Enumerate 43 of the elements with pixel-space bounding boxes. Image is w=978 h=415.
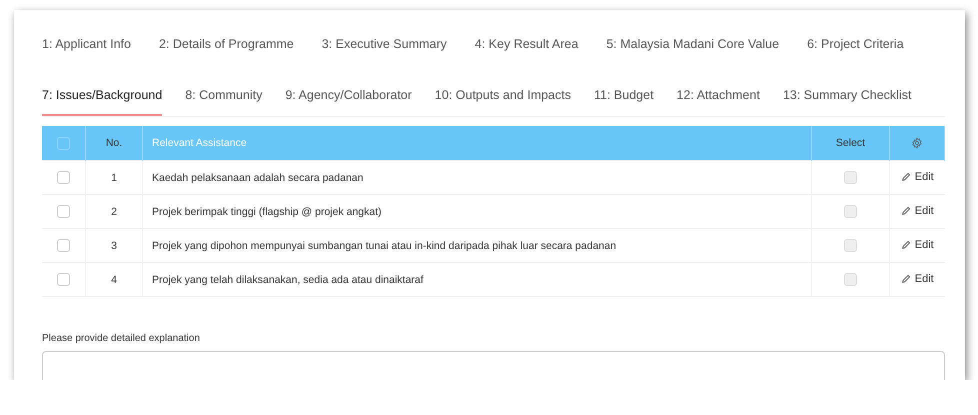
checkbox[interactable] (844, 239, 857, 252)
checkbox[interactable] (844, 273, 857, 286)
tab[interactable]: 2: Details of Programme (158, 37, 294, 65)
edit-link[interactable]: Edit (900, 204, 934, 216)
settings-icon[interactable] (911, 137, 923, 150)
tab[interactable]: 6: Project Criteria (807, 37, 904, 65)
edit-link[interactable]: Edit (900, 170, 934, 182)
tab[interactable]: 5: Malaysia Madani Core Value (606, 37, 780, 65)
table-cell: 4 (86, 262, 142, 296)
tab[interactable]: 9: Agency/Collaborator (285, 88, 412, 116)
checkbox[interactable] (57, 171, 70, 184)
checkbox[interactable] (57, 205, 70, 218)
table-cell: 2 (86, 194, 142, 228)
pencil-icon (900, 172, 911, 182)
table-cell: Projek yang telah dilaksanakan, sedia ada atau dinaiktaraf (142, 262, 812, 296)
table-cell: Projek yang dipohon mempunyai sumbangan tunai atau in-kind daripada pihak luar secara padanan (142, 228, 812, 262)
tab[interactable]: 10: Outputs and Impacts (434, 88, 571, 116)
table-cell: 3 (86, 228, 142, 262)
pencil-icon (900, 206, 911, 216)
tab[interactable]: 3: Executive Summary (322, 37, 447, 65)
table-cell: Kaedah pelaksanaan adalah secara padanan (142, 160, 812, 194)
pencil-icon (900, 274, 911, 284)
checkbox[interactable] (57, 239, 70, 252)
column-header: No. (86, 126, 142, 160)
tab[interactable]: 13: Summary Checklist (782, 88, 912, 116)
column-header: Relevant Assistance (142, 126, 812, 160)
tab[interactable]: 8: Community (185, 88, 262, 116)
tab[interactable]: 11: Budget (594, 88, 654, 116)
tab[interactable]: 4: Key Result Area (474, 37, 578, 65)
pencil-icon (900, 240, 911, 250)
tab[interactable]: 7: Issues/Background (42, 88, 162, 116)
table-cell: Projek berimpak tinggi (flagship @ projek angkat) (142, 194, 812, 228)
column-header: Select (812, 126, 890, 160)
tab[interactable]: 12: Attachment (676, 88, 760, 116)
field-label: Please provide detailed explanation (42, 333, 201, 344)
tab[interactable]: 1: Applicant Info (42, 37, 131, 65)
edit-link[interactable]: Edit (900, 272, 934, 284)
table-cell: 1 (86, 160, 142, 194)
edit-link[interactable]: Edit (900, 238, 934, 250)
checkbox[interactable] (57, 136, 70, 150)
checkbox[interactable] (844, 171, 857, 184)
checkbox[interactable] (844, 205, 857, 218)
checkbox[interactable] (57, 273, 70, 286)
